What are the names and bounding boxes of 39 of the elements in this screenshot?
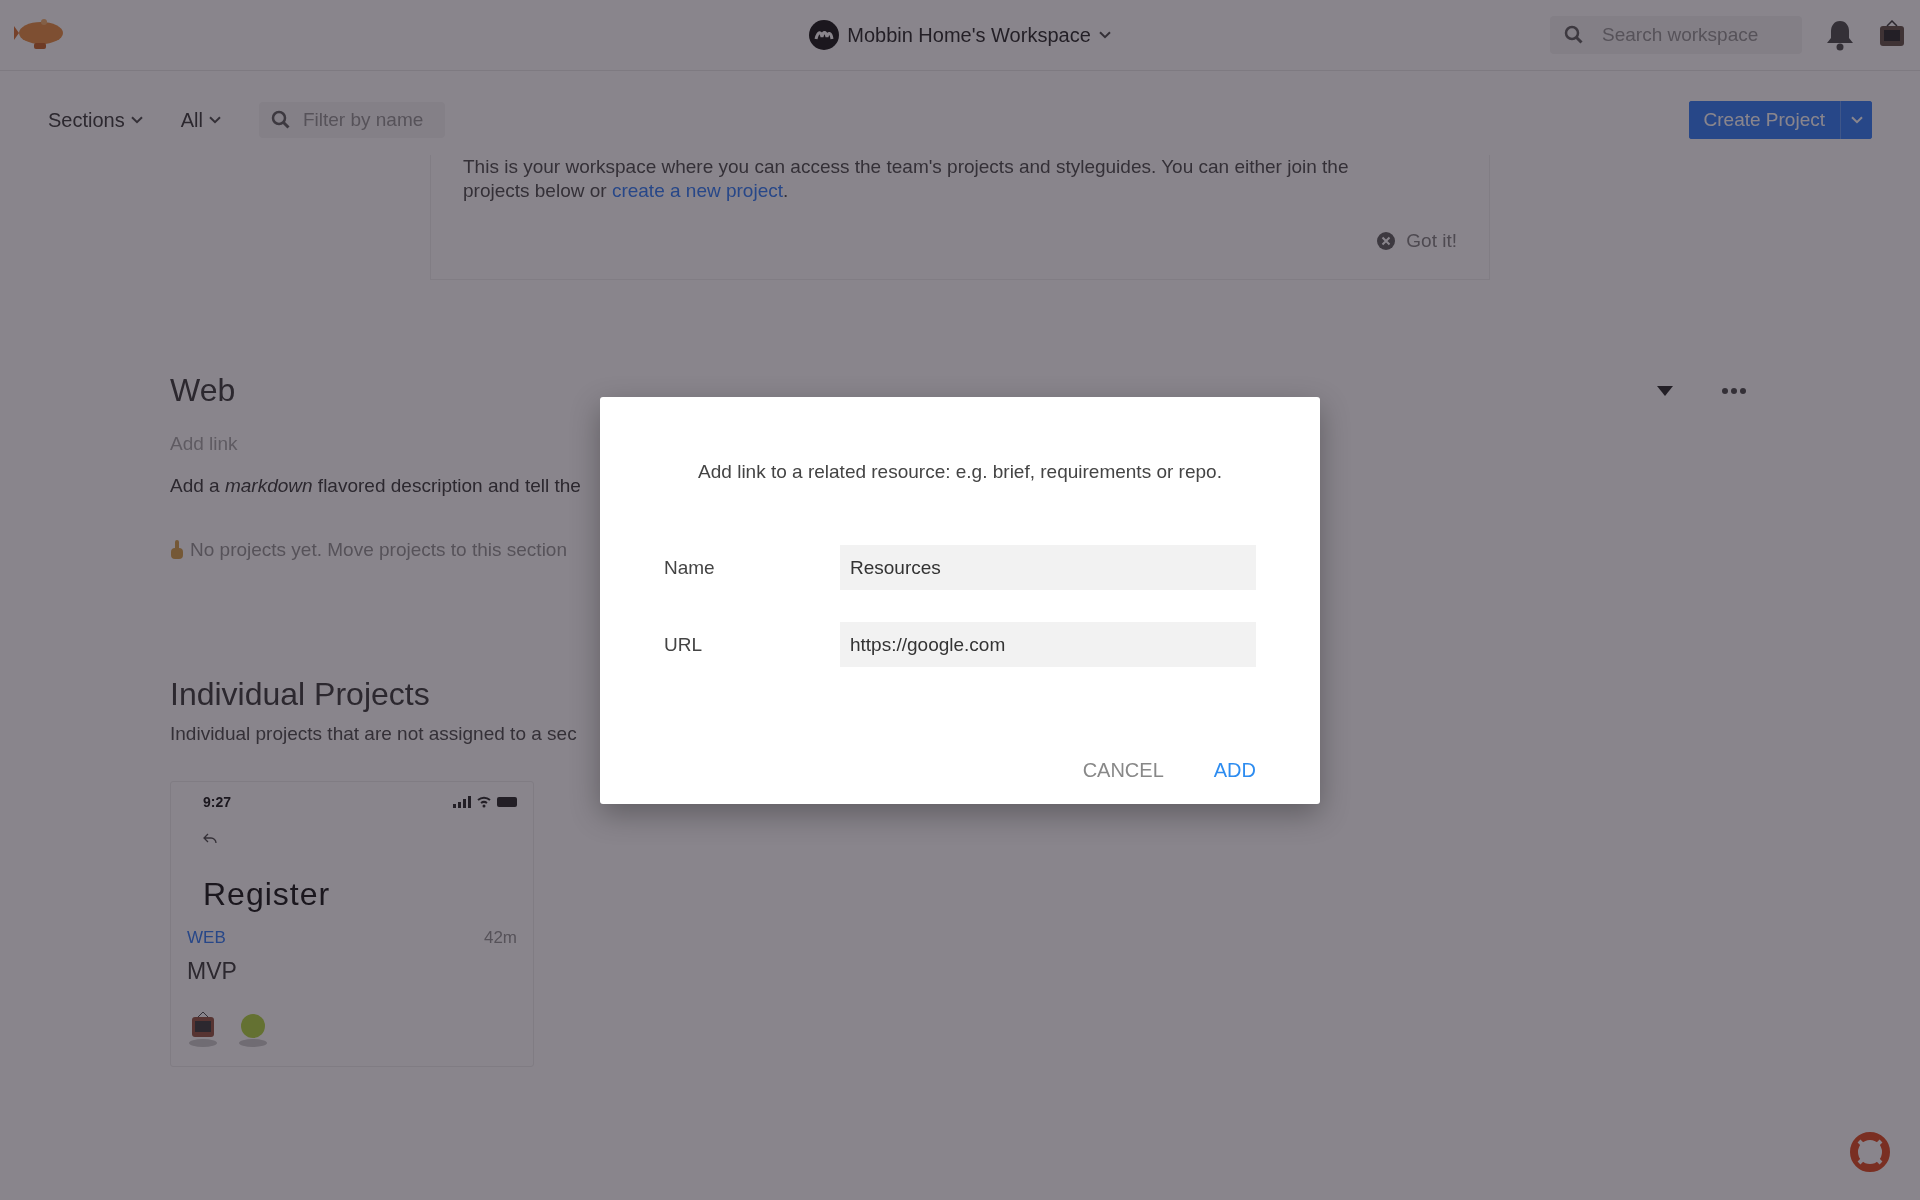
create-options-button[interactable] (1840, 101, 1872, 139)
project-tag: WEB (187, 928, 226, 948)
signal-icon (453, 796, 471, 808)
input-field[interactable]: https://google.com (840, 622, 1256, 667)
bell-icon[interactable] (1824, 18, 1856, 52)
section-description: Add a markdown flavored description and tell the (170, 475, 581, 497)
notice-text: This is your workspace where you can access the team's projects and styleguides. You can either join the projects below or create a new project. (463, 155, 1350, 203)
caret-icon (130, 115, 143, 125)
dialog-prompt: Add link to a related resource: e.g. brief, requirements or repo. (697, 461, 1223, 483)
ball-avatar (237, 1011, 269, 1047)
filter-dropdown[interactable]: All (180, 108, 221, 132)
pointing-hand-icon (170, 540, 184, 560)
screen-heading: Register (203, 876, 332, 912)
section-title: Web (170, 372, 237, 409)
more-icon (1722, 387, 1746, 394)
tv-avatar (187, 1011, 219, 1047)
section-description: Individual projects that are not assigned to a sec (170, 723, 577, 745)
sections-dropdown[interactable]: Sections (48, 108, 143, 132)
caret-icon (1850, 115, 1863, 125)
field-label: URL (664, 633, 703, 656)
workspace-logo-icon (809, 20, 840, 50)
triangle-down-icon (1656, 384, 1674, 397)
back-arrow-icon (203, 832, 217, 846)
help-lifebuoy-icon[interactable] (1850, 1132, 1890, 1172)
create-project-link[interactable]: create a new project (611, 180, 783, 201)
caret-icon (1098, 30, 1111, 40)
cancel-button[interactable]: CANCEL (1076, 751, 1170, 790)
field-label: Name (664, 556, 716, 579)
close-icon (1376, 231, 1397, 251)
workspace-switcher[interactable]: Mobbin Home's Workspace (803, 19, 1117, 51)
wifi-icon (477, 796, 491, 808)
caret-icon (208, 115, 221, 125)
battery-icon (497, 797, 517, 807)
got-it-button[interactable]: Got it! (1370, 229, 1463, 253)
project-name: MVP (187, 958, 238, 985)
status-time: 9:27 (203, 794, 232, 810)
section-title: Individual Projects (170, 676, 431, 713)
add-button[interactable]: ADD (1207, 751, 1262, 790)
input-field[interactable]: Resources (840, 545, 1256, 590)
